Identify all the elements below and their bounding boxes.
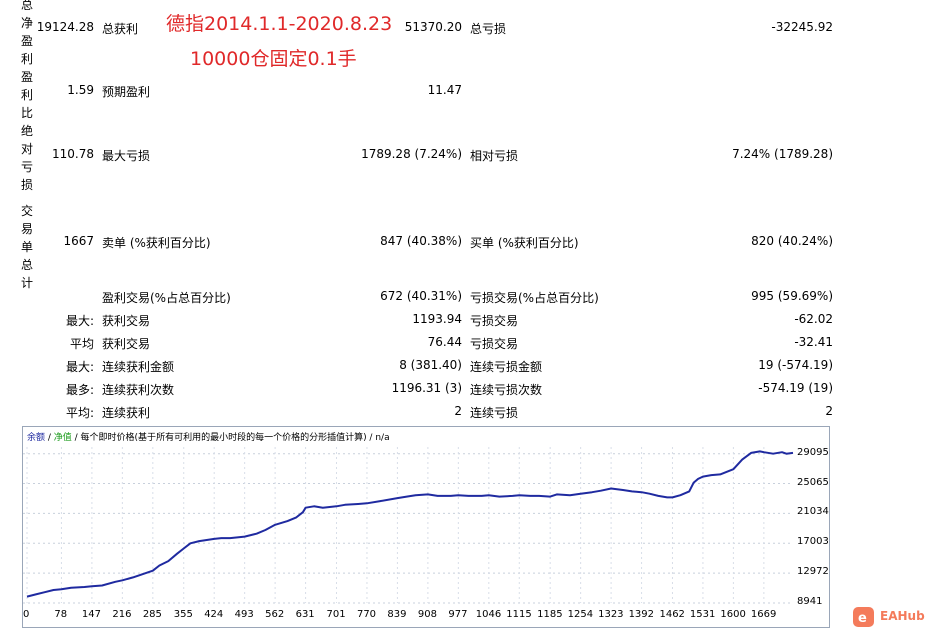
gross-profit-label: 总获利 [102,22,139,36]
x-tick-label: 908 [417,609,437,620]
x-tick-label: 1323 [598,609,624,620]
row-value-1: 76.44 [427,335,462,349]
x-tick-label: 562 [265,609,285,620]
x-tick-label: 1115 [506,609,532,620]
row-value-2: 995 (59.69%) [751,289,833,303]
row-prefix: 最大: [65,314,94,328]
x-tick-label: 770 [356,609,377,620]
total-trades-value: 1667 [63,234,94,248]
x-tick-label: 1531 [689,609,716,620]
row-prefix: 最大: [65,360,94,374]
short-positions-value: 847 (40.38%) [380,234,462,248]
row-value-2: 19 (-574.19) [758,358,833,372]
row-value-2: 2 [825,404,833,418]
x-tick-label: 631 [295,609,315,620]
eahub-logo-icon: e [853,607,874,627]
y-tick-label: 12972 [797,566,829,578]
x-tick-label: 839 [387,609,407,620]
relative-drawdown-value: 7.24% (1789.28) [732,147,833,161]
row-value-1: 1196.31 (3) [391,381,462,395]
balance-chart: 余额 / 净值 / 每个即时价格(基于所有可利用的最小时段的每一个价格的分形插值… [22,426,830,628]
maximal-drawdown-label: 最大亏损 [102,149,151,163]
row-value-2: -62.02 [794,312,833,326]
x-tick-label: 701 [326,609,346,620]
relative-drawdown-label: 相对亏损 [470,149,519,163]
row-value-1: 8 (381.40) [399,358,462,372]
x-tick-label: 977 [448,609,468,620]
row-label-1: 连续获利金额 [102,360,175,374]
long-positions-label: 买单 (%获利百分比) [470,236,579,250]
eahub-logo-text: EAHub [880,609,925,623]
x-tick-label: 1462 [659,609,685,620]
svg-text:e: e [858,611,867,626]
title-line-1: 德指2014.1.1-2020.8.23 [166,13,393,35]
y-tick-label: 17003 [797,536,829,548]
row-value-2: -574.19 (19) [758,381,833,395]
row-label-2: 亏损交易 [470,314,519,328]
row-label-2: 连续亏损次数 [470,383,543,397]
y-tick-label: 21034 [797,506,829,518]
gross-profit-value: 51370.20 [404,20,462,34]
gross-loss-value: -32245.92 [771,20,833,34]
x-tick-label: 0 [23,609,30,620]
row-label-2: 亏损交易 [470,337,519,351]
x-tick-label: 78 [54,609,68,620]
long-positions-value: 820 (40.24%) [751,234,833,248]
balance-plot [23,447,794,604]
row-label-2: 亏损交易(%占总百分比) [470,291,599,305]
row-label-1: 获利交易 [102,314,151,328]
row-label-1: 连续获利 [102,406,151,420]
x-tick-label: 1046 [475,609,502,620]
x-tick-label: 1600 [720,609,746,620]
row-prefix: 平均: [65,406,94,420]
row-label-1: 连续获利次数 [102,383,175,397]
side-label-net-profit: 总净盈利 [20,0,33,66]
row-label-2: 连续亏损 [470,406,519,420]
expected-payoff-value: 11.47 [427,83,462,97]
balance-series-line [26,450,794,598]
x-tick-label: 424 [204,609,224,620]
x-tick-label: 493 [234,609,254,620]
net-profit-value: 19124.28 [36,20,94,34]
x-tick-label: 216 [112,609,132,620]
row-value-1: 1193.94 [412,312,462,326]
row-value-2: -32.41 [794,335,833,349]
row-prefix: 最多: [65,383,94,397]
expected-payoff-label: 预期盈利 [102,85,151,99]
x-tick-label: 1254 [567,609,594,620]
gross-loss-label: 总亏损 [470,22,507,36]
row-value-1: 2 [454,404,462,418]
x-tick-label: 355 [173,609,193,620]
row-label-1: 盈利交易(%占总百分比) [102,291,231,305]
x-tick-label: 285 [142,609,162,620]
side-label-absolute-drawdown: 绝对亏损 [20,124,33,192]
x-tick-label: 1669 [750,609,777,620]
short-positions-label: 卖单 (%获利百分比) [102,236,211,250]
absolute-drawdown-value: 110.78 [52,147,94,161]
title-line-2: 10000仓固定0.1手 [190,48,357,70]
row-value-1: 672 (40.31%) [380,289,462,303]
y-tick-label: 8941 [797,596,823,607]
profit-factor-value: 1.59 [67,83,94,97]
row-label-2: 连续亏损金额 [470,360,543,374]
side-label-profit-factor: 盈利比 [20,70,33,120]
x-tick-label: 1392 [628,609,655,620]
row-label-1: 获利交易 [102,337,151,351]
side-label-total-trades: 交易单总计 [20,204,33,290]
eahub-logo: e EAHub [852,606,925,628]
x-tick-label: 1185 [537,609,563,620]
y-tick-label: 29095 [797,446,829,458]
y-tick-label: 25065 [797,476,829,488]
x-tick-label: 147 [81,609,101,620]
maximal-drawdown-value: 1789.28 (7.24%) [361,147,462,161]
row-prefix: 平均 [69,337,94,351]
